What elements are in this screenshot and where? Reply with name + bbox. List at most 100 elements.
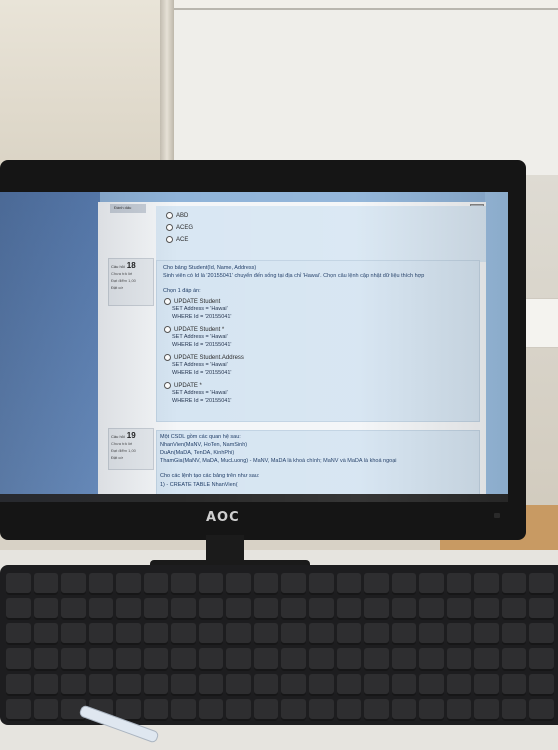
key[interactable] — [88, 648, 114, 671]
key[interactable] — [474, 573, 499, 596]
key[interactable] — [226, 598, 251, 621]
key[interactable] — [529, 648, 554, 671]
key[interactable] — [33, 698, 59, 721]
radio-icon[interactable] — [166, 236, 173, 243]
key[interactable] — [6, 598, 31, 621]
key[interactable] — [501, 673, 527, 696]
key[interactable] — [336, 673, 362, 696]
key[interactable] — [419, 573, 444, 596]
key[interactable] — [198, 623, 224, 646]
key[interactable] — [391, 598, 417, 621]
key[interactable] — [61, 623, 86, 646]
key[interactable] — [88, 598, 114, 621]
key[interactable] — [6, 673, 31, 696]
key[interactable] — [336, 698, 362, 721]
key[interactable] — [364, 573, 389, 596]
key[interactable] — [88, 573, 114, 596]
power-button[interactable] — [494, 513, 500, 518]
key[interactable] — [529, 598, 554, 621]
key[interactable] — [61, 673, 86, 696]
key[interactable] — [474, 598, 499, 621]
key[interactable] — [281, 598, 307, 621]
radio-icon[interactable] — [164, 298, 171, 305]
radio-icon[interactable] — [166, 224, 173, 231]
key[interactable] — [391, 573, 417, 596]
key[interactable] — [143, 573, 169, 596]
flag-link[interactable]: Đặt cờ — [109, 454, 153, 462]
key[interactable] — [198, 673, 224, 696]
key[interactable] — [529, 573, 554, 596]
key[interactable] — [446, 698, 472, 721]
radio-icon[interactable] — [164, 382, 171, 389]
key[interactable] — [501, 698, 527, 721]
key[interactable] — [171, 673, 196, 696]
key[interactable] — [309, 623, 334, 646]
key[interactable] — [253, 598, 279, 621]
key[interactable] — [88, 673, 114, 696]
key[interactable] — [364, 698, 389, 721]
keyboard[interactable] — [0, 565, 558, 725]
key[interactable] — [419, 623, 444, 646]
key[interactable] — [501, 648, 527, 671]
key[interactable] — [364, 673, 389, 696]
key[interactable] — [226, 698, 251, 721]
key[interactable] — [143, 648, 169, 671]
key[interactable] — [116, 648, 141, 671]
key[interactable] — [6, 573, 31, 596]
answer-option-c[interactable]: UPDATE Student.Address — [164, 354, 244, 361]
key[interactable] — [253, 698, 279, 721]
key[interactable] — [391, 698, 417, 721]
key[interactable] — [281, 673, 307, 696]
key[interactable] — [198, 698, 224, 721]
radio-icon[interactable] — [164, 326, 171, 333]
key[interactable] — [391, 623, 417, 646]
key[interactable] — [171, 573, 196, 596]
key[interactable] — [33, 648, 59, 671]
key[interactable] — [336, 623, 362, 646]
key[interactable] — [61, 573, 86, 596]
key[interactable] — [336, 648, 362, 671]
key[interactable] — [309, 698, 334, 721]
key[interactable] — [33, 673, 59, 696]
key[interactable] — [116, 598, 141, 621]
key[interactable] — [61, 648, 86, 671]
key[interactable] — [309, 573, 334, 596]
key[interactable] — [336, 598, 362, 621]
key[interactable] — [6, 648, 31, 671]
key[interactable] — [143, 598, 169, 621]
answer-option[interactable]: ACE — [166, 236, 188, 243]
key[interactable] — [391, 673, 417, 696]
key[interactable] — [446, 673, 472, 696]
answer-option-d[interactable]: UPDATE * — [164, 382, 202, 389]
key[interactable] — [364, 623, 389, 646]
key[interactable] — [33, 573, 59, 596]
answer-option-a[interactable]: UPDATE Student — [164, 298, 220, 305]
key[interactable] — [226, 673, 251, 696]
key[interactable] — [446, 573, 472, 596]
key[interactable] — [474, 623, 499, 646]
key[interactable] — [33, 623, 59, 646]
key[interactable] — [143, 623, 169, 646]
key[interactable] — [88, 623, 114, 646]
key[interactable] — [171, 648, 196, 671]
key[interactable] — [253, 648, 279, 671]
key[interactable] — [226, 573, 251, 596]
key[interactable] — [336, 573, 362, 596]
key[interactable] — [419, 698, 444, 721]
key[interactable] — [501, 623, 527, 646]
radio-icon[interactable] — [164, 354, 171, 361]
key[interactable] — [198, 648, 224, 671]
key[interactable] — [501, 598, 527, 621]
key[interactable] — [171, 598, 196, 621]
key[interactable] — [281, 573, 307, 596]
key[interactable] — [6, 698, 31, 721]
key[interactable] — [474, 673, 499, 696]
key[interactable] — [419, 673, 444, 696]
key[interactable] — [116, 673, 141, 696]
key[interactable] — [143, 673, 169, 696]
key[interactable] — [446, 648, 472, 671]
key[interactable] — [419, 648, 444, 671]
key[interactable] — [529, 673, 554, 696]
answer-option[interactable]: ABD — [166, 212, 188, 219]
key[interactable] — [529, 623, 554, 646]
